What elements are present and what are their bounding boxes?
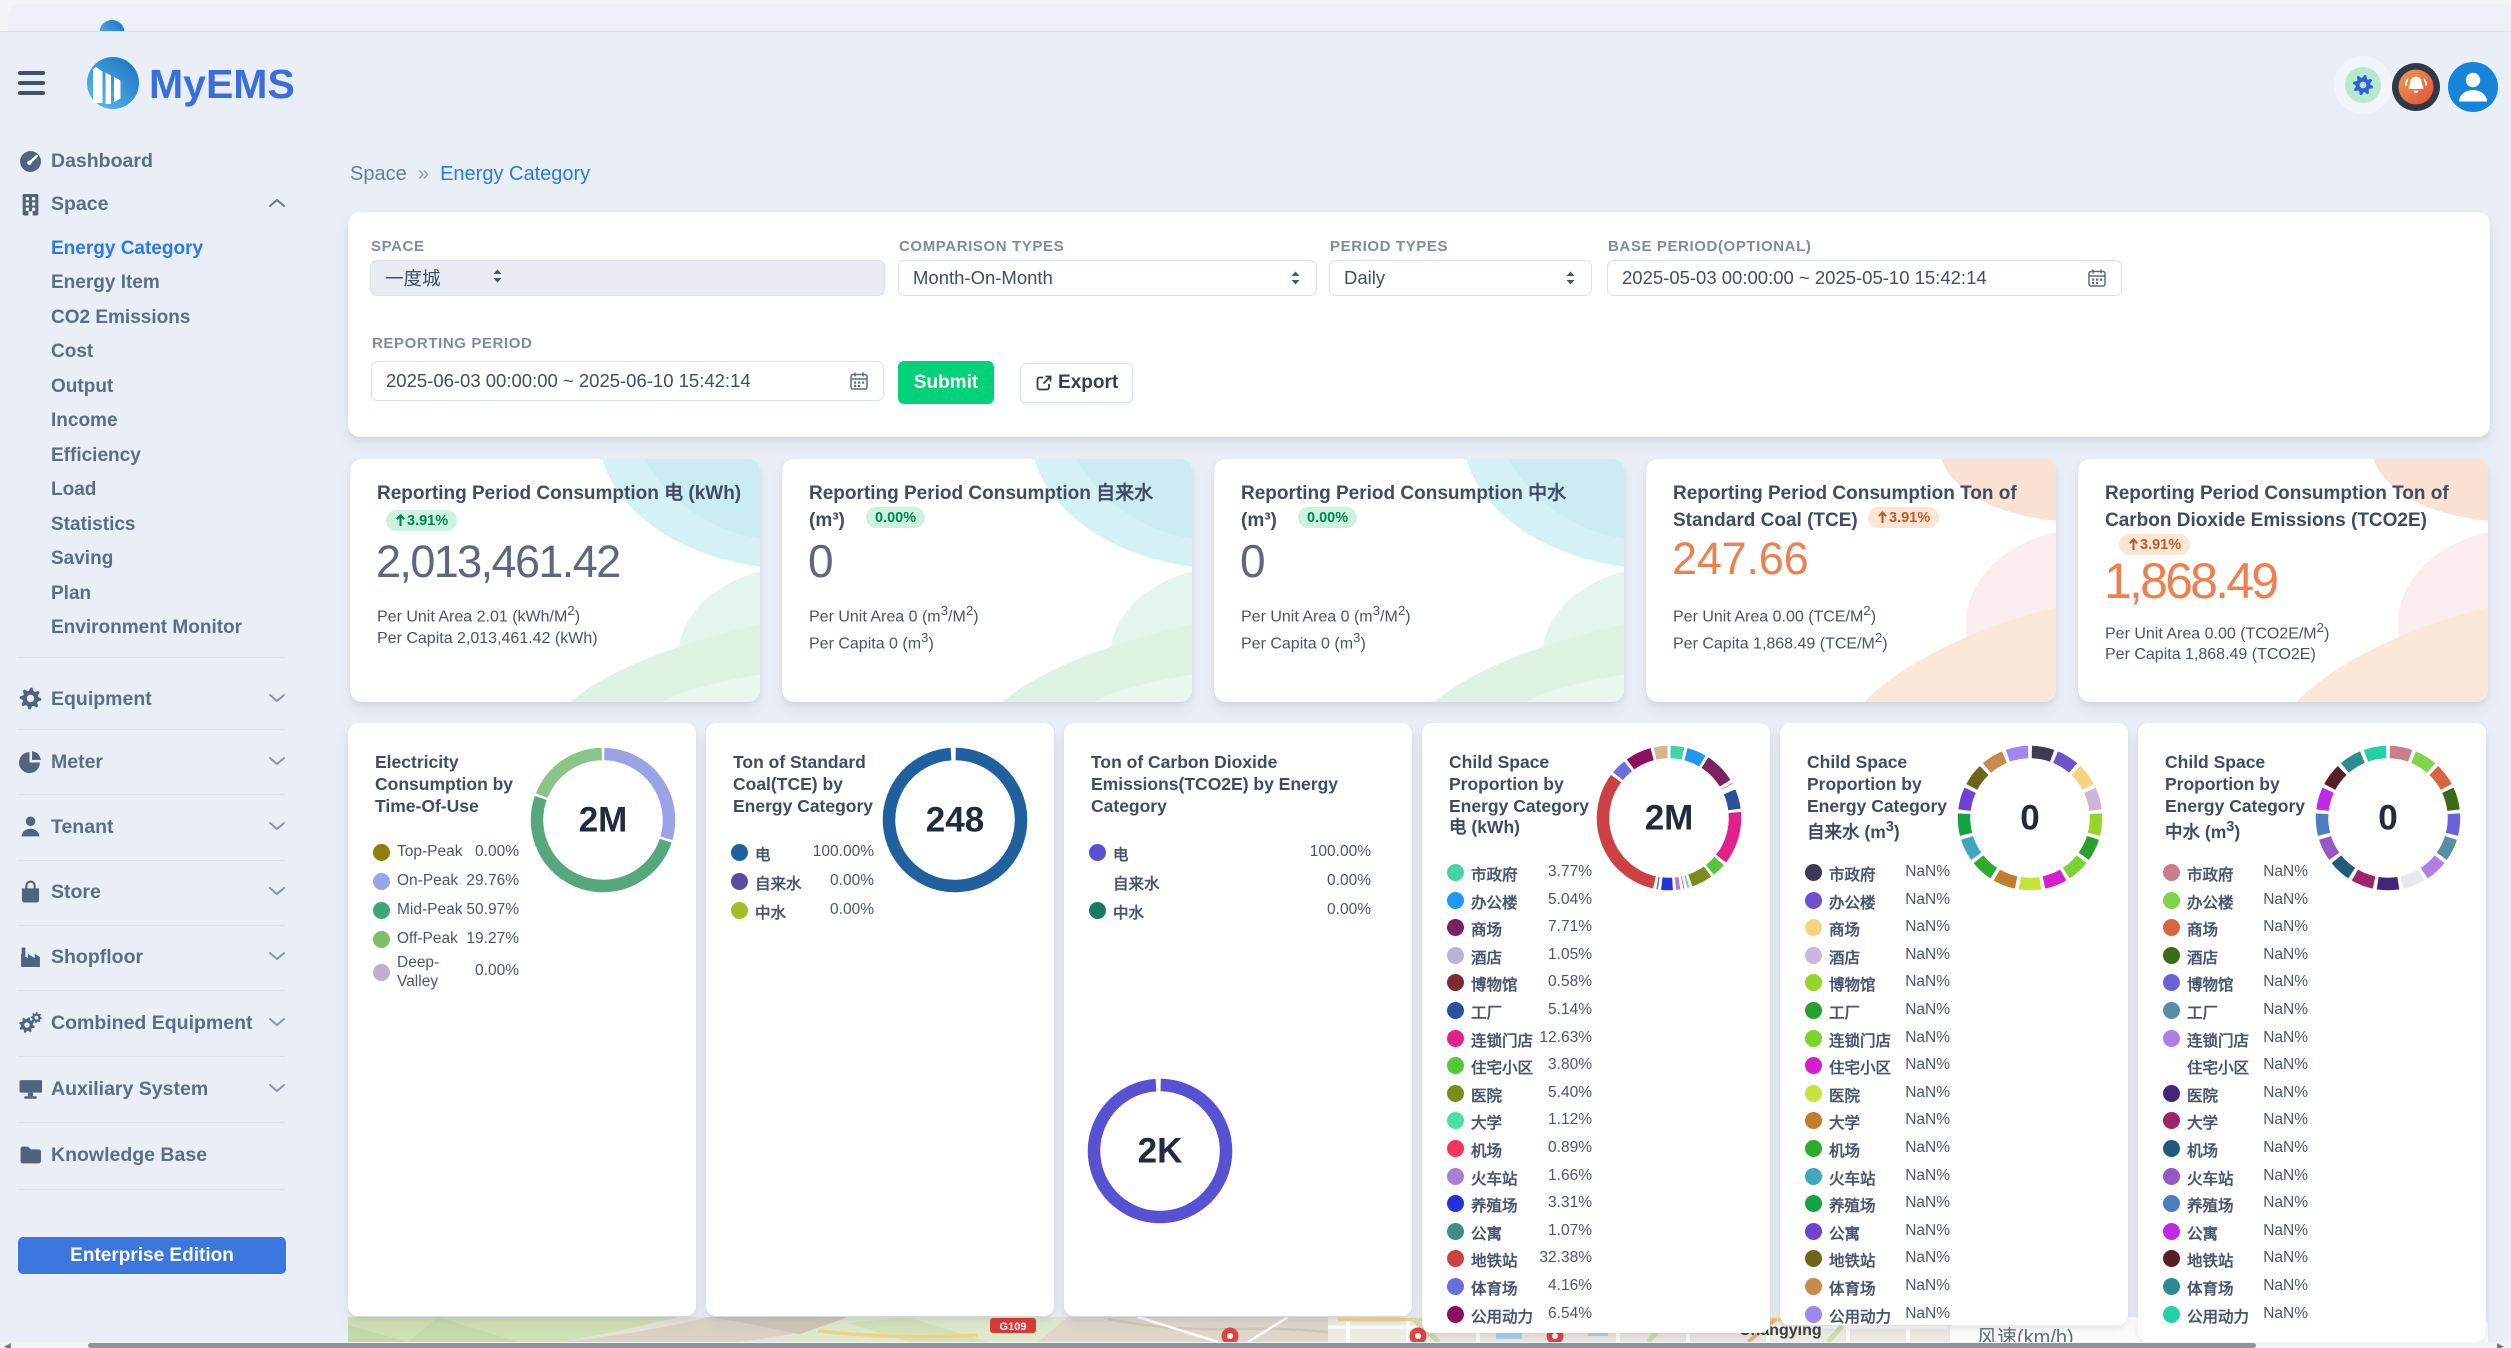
svg-text:G109: G109	[1000, 1321, 1027, 1333]
svg-text:0: 0	[2378, 799, 2397, 838]
svg-text:2M: 2M	[579, 801, 628, 840]
svg-text:0: 0	[2020, 799, 2039, 838]
svg-text:2M: 2M	[1645, 799, 1694, 838]
svg-text:2K: 2K	[1138, 1132, 1183, 1171]
svg-text:248: 248	[926, 801, 984, 840]
